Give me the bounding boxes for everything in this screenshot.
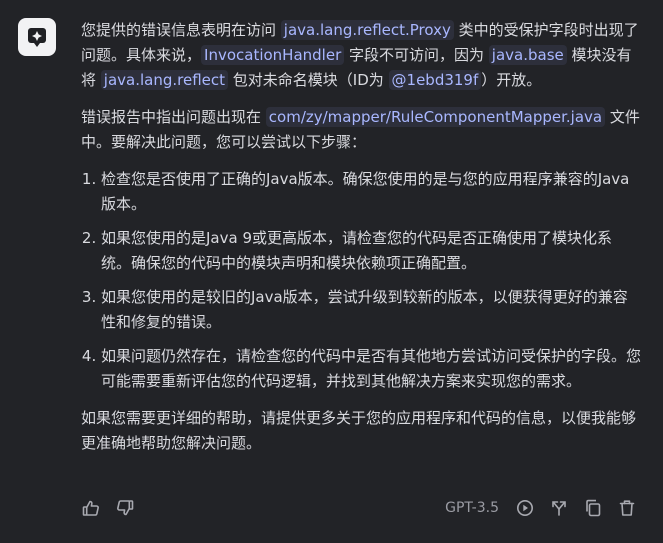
text-segment: 包对未命名模块（ID为 xyxy=(228,71,389,89)
text-segment: ）开放。 xyxy=(481,71,542,89)
assistant-avatar xyxy=(18,18,56,56)
model-label: GPT-3.5 xyxy=(445,500,499,516)
message-paragraph-3: 如果您需要更详细的帮助，请提供更多关于您的应用程序和代码的信息，以便我能够更准确… xyxy=(81,409,637,452)
inline-code: java.lang.reflect xyxy=(100,70,229,90)
list-item: 检查您是否使用了正确的Java版本。确保您使用的是与您的应用程序兼容的Java版… xyxy=(101,167,641,217)
assistant-message: 您提供的错误信息表明在访问 java.lang.reflect.Proxy 类中… xyxy=(81,18,641,468)
play-icon[interactable] xyxy=(515,498,535,518)
message-paragraph-1: 您提供的错误信息表明在访问 java.lang.reflect.Proxy 类中… xyxy=(81,18,641,93)
inline-code: com/zy/mapper/RuleComponentMapper.java xyxy=(265,107,606,127)
list-item: 如果您使用的是Java 9或更高版本，请检查您的代码是否正确使用了模块化系统。确… xyxy=(101,226,641,276)
inline-code: @1ebd319f xyxy=(388,70,482,90)
list-item: 如果您使用的是较旧的Java版本，尝试升级到较新的版本，以便获得更好的兼容性和修… xyxy=(101,285,641,335)
inline-code: InvocationHandler xyxy=(201,45,345,65)
trash-icon[interactable] xyxy=(617,498,637,518)
list-item: 如果问题仍然存在，请检查您的代码中是否有其他地方尝试访问受保护的字段。您可能需要… xyxy=(101,344,641,394)
inline-code: java.base xyxy=(488,45,567,65)
text-segment: 错误报告中指出问题出现在 xyxy=(81,108,266,126)
steps-list: 检查您是否使用了正确的Java版本。确保您使用的是与您的应用程序兼容的Java版… xyxy=(81,167,641,394)
text-segment: 您提供的错误信息表明在访问 xyxy=(81,21,281,39)
message-paragraph-2: 错误报告中指出问题出现在 com/zy/mapper/RuleComponent… xyxy=(81,105,641,155)
message-toolbar: GPT-3.5 xyxy=(81,497,637,519)
thumbs-up-icon[interactable] xyxy=(81,498,101,518)
thumbs-down-icon[interactable] xyxy=(115,498,135,518)
sparkle-icon xyxy=(26,26,48,48)
text-segment: 字段不可访问，因为 xyxy=(344,46,489,64)
copy-icon[interactable] xyxy=(583,498,603,518)
fork-icon[interactable] xyxy=(549,498,569,518)
inline-code: java.lang.reflect.Proxy xyxy=(280,20,454,40)
